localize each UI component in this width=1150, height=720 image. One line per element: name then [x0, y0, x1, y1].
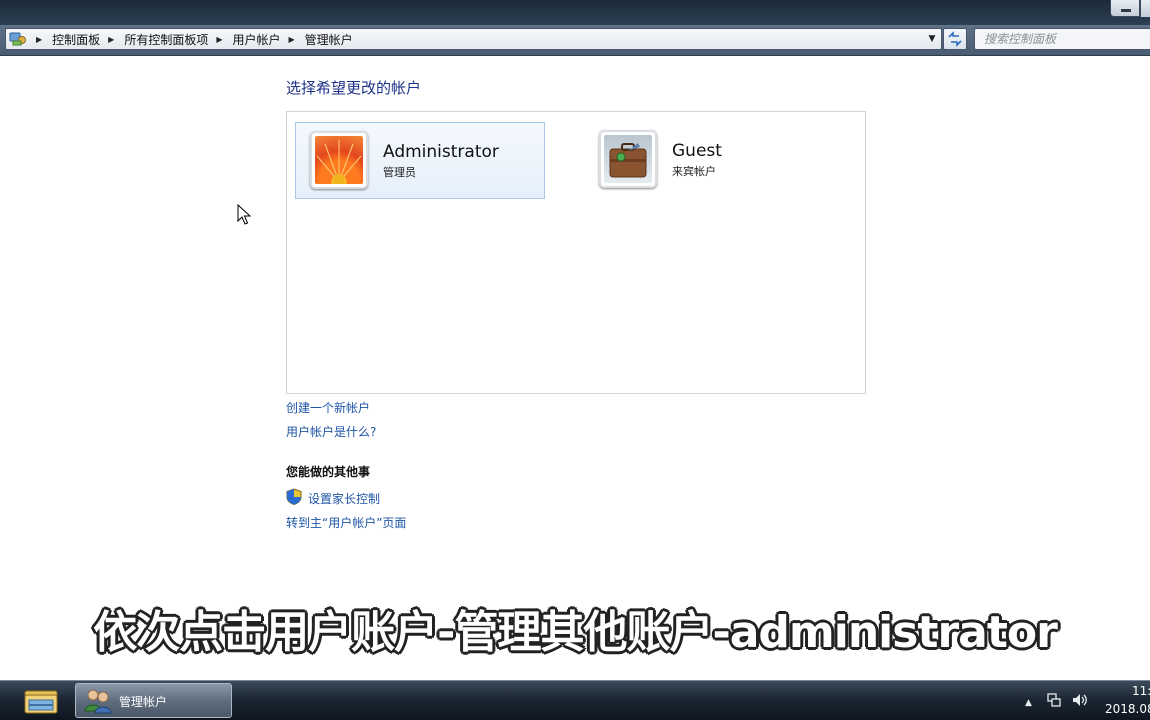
account-tile-guest[interactable]: Guest 来宾帐户	[585, 122, 835, 199]
chevron-right-icon[interactable]: ▶	[104, 35, 120, 44]
network-icon[interactable]	[1046, 692, 1062, 708]
page-title: 选择希望更改的帐户	[286, 79, 422, 97]
breadcrumb-item-all-items[interactable]: 所有控制面板项	[120, 31, 212, 48]
taskbar: 管理帐户 ▲ 11: 2018.08	[0, 680, 1150, 720]
mouse-cursor-icon	[237, 204, 251, 225]
account-tile-administrator[interactable]: Administrator 管理员	[295, 122, 545, 199]
file-explorer-icon[interactable]	[22, 685, 60, 717]
briefcase-avatar-icon	[604, 135, 652, 183]
parental-control-link[interactable]: 设置家长控制	[308, 490, 380, 507]
show-hidden-icons-icon[interactable]: ▲	[1025, 698, 1032, 708]
video-subtitle: 依次点击用户账户-管理其他账户-administrator	[93, 607, 1058, 658]
account-name: Administrator	[383, 142, 499, 162]
chevron-right-icon[interactable]: ▶	[212, 35, 228, 44]
chevron-right-icon[interactable]: ▶	[32, 35, 48, 44]
chevron-right-icon[interactable]: ▶	[285, 35, 301, 44]
refresh-button[interactable]	[943, 28, 967, 50]
maximize-button[interactable]	[1140, 0, 1150, 17]
search-box[interactable]	[974, 28, 1150, 50]
what-is-account-link[interactable]: 用户帐户是什么?	[286, 423, 376, 440]
refresh-icon	[948, 31, 962, 47]
avatar	[310, 131, 368, 189]
goto-user-accounts-link[interactable]: 转到主“用户帐户”页面	[286, 514, 406, 531]
accounts-list: Administrator 管理员 Guest 来宾帐户	[286, 111, 866, 394]
breadcrumb-item-manage-accounts[interactable]: 管理帐户	[301, 31, 357, 48]
clock-time[interactable]: 11:	[1132, 684, 1150, 698]
avatar	[599, 130, 657, 188]
minimize-button[interactable]	[1110, 0, 1140, 17]
window-title-bar	[0, 0, 1150, 25]
flower-avatar-icon	[315, 136, 363, 184]
clock-date[interactable]: 2018.08	[1105, 702, 1150, 716]
navigation-toolbar: ▶ 控制面板 ▶ 所有控制面板项 ▶ 用户帐户 ▶ 管理帐户 ▼	[0, 25, 1150, 56]
other-tasks-heading: 您能做的其他事	[286, 465, 371, 479]
account-name: Guest	[672, 141, 722, 161]
breadcrumb-item-user-accounts[interactable]: 用户帐户	[229, 31, 285, 48]
chevron-down-icon[interactable]: ▼	[926, 32, 938, 46]
taskbar-window-manage-accounts[interactable]: 管理帐户	[75, 683, 232, 718]
create-account-link[interactable]: 创建一个新帐户	[286, 399, 370, 416]
account-role: 来宾帐户	[672, 165, 716, 178]
users-icon	[84, 689, 112, 714]
uac-shield-icon	[286, 488, 302, 505]
search-input[interactable]	[984, 32, 1144, 46]
control-panel-icon	[9, 32, 26, 46]
breadcrumb-item-control-panel[interactable]: 控制面板	[48, 31, 104, 48]
account-role: 管理员	[383, 166, 416, 179]
taskbar-window-label: 管理帐户	[119, 695, 168, 709]
volume-icon[interactable]	[1071, 692, 1087, 708]
breadcrumb: ▶ 控制面板 ▶ 所有控制面板项 ▶ 用户帐户 ▶ 管理帐户	[32, 29, 357, 49]
address-bar[interactable]: ▶ 控制面板 ▶ 所有控制面板项 ▶ 用户帐户 ▶ 管理帐户 ▼	[5, 28, 942, 50]
